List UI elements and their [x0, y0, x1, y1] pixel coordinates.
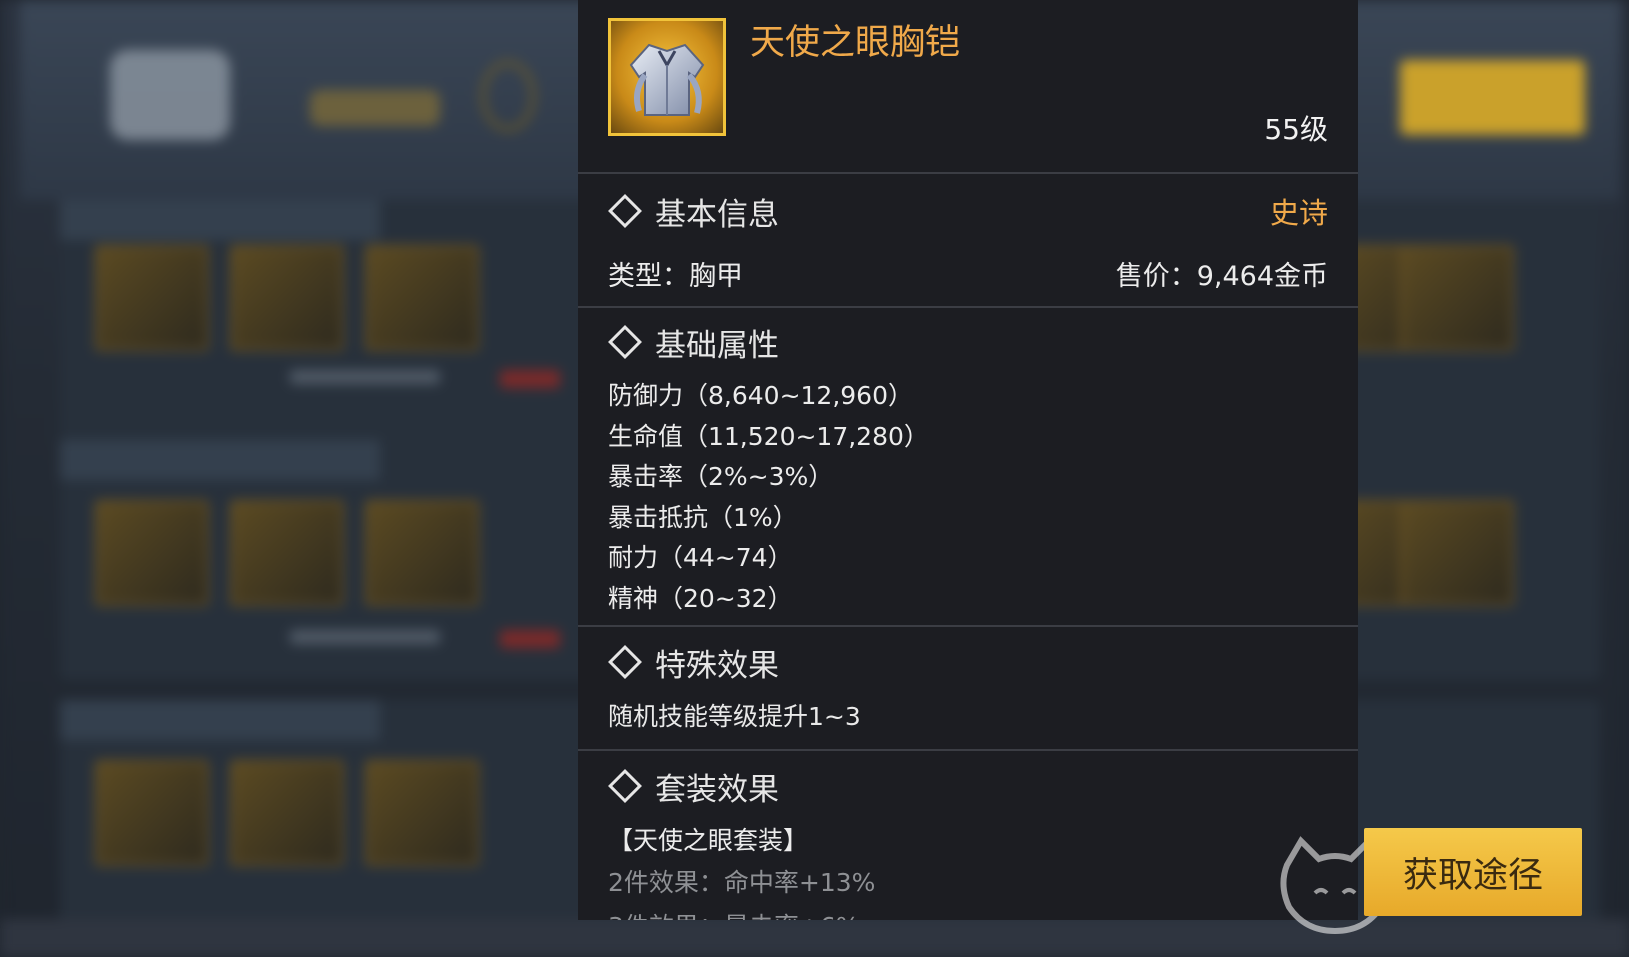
item-name: 天使之眼胸铠 — [750, 23, 961, 63]
background-logo — [110, 50, 230, 140]
stat-line: 暴击抵抗（1%） — [608, 502, 798, 532]
special-effect-text: 随机技能等级提升1~3 — [608, 702, 861, 731]
stat-line: 精神（20~32） — [608, 583, 793, 613]
background-set-header — [60, 200, 380, 240]
background-item-slot — [230, 760, 344, 866]
set-effect-section: 套装效果 【天使之眼套装】 2件效果：命中率+13% 3件效果：暴击率+6% — [578, 751, 1358, 920]
item-price: 售价：9,464金币 — [1115, 260, 1328, 292]
section-title: 套装效果 — [655, 771, 779, 808]
item-tooltip-panel: 天使之眼胸铠 55级 基本信息 史诗 类型：胸甲 售价：9,464金币 基础属性… — [578, 0, 1358, 920]
background-set-header — [60, 700, 380, 740]
special-effect-section: 特殊效果 随机技能等级提升1~3 — [578, 627, 1358, 751]
background-item-slot — [95, 245, 209, 351]
rarity-label: 史诗 — [1269, 196, 1328, 230]
background-emblem — [480, 60, 536, 132]
item-level: 55级 — [1264, 113, 1328, 146]
background-text — [500, 370, 560, 388]
background-button — [1400, 60, 1585, 135]
set-effect-line: 2件效果：命中率+13% — [608, 868, 876, 897]
diamond-icon — [608, 645, 642, 679]
stat-line: 耐力（44~74） — [608, 543, 793, 572]
special-effect-header: 特殊效果 — [608, 627, 1328, 697]
type-price-row: 类型：胸甲 售价：9,464金币 — [608, 248, 1328, 306]
background-tab — [310, 90, 440, 126]
acquire-source-button[interactable]: 获取途径 — [1364, 828, 1582, 916]
background-item-slot — [1400, 500, 1514, 606]
stat-line: 防御力（8,640~12,960） — [608, 381, 913, 410]
item-type: 类型：胸甲 — [608, 260, 743, 292]
item-header: 天使之眼胸铠 55级 — [578, 0, 1358, 174]
background-bottom-bar — [0, 919, 1629, 957]
breastplate-icon-graphic — [629, 43, 705, 116]
breastplate-icon — [608, 18, 726, 136]
set-name: 【天使之眼套装】 — [608, 826, 809, 855]
basic-info-header: 基本信息 史诗 — [608, 174, 1328, 248]
background-set-header — [60, 440, 380, 480]
background-item-slot — [365, 760, 479, 866]
background-text — [290, 630, 440, 644]
background-item-slot — [230, 500, 344, 606]
stat-line: 生命值（11,520~17,280） — [608, 421, 929, 451]
stat-line: 暴击率（2%~3%） — [608, 462, 834, 491]
base-attributes-section: 基础属性 防御力（8,640~12,960） 生命值（11,520~17,280… — [578, 308, 1358, 627]
section-title: 特殊效果 — [655, 647, 779, 684]
background-item-slot — [365, 500, 479, 606]
section-title: 基础属性 — [655, 327, 779, 364]
diamond-icon — [608, 325, 642, 359]
diamond-icon — [608, 769, 642, 803]
section-title: 基本信息 — [655, 196, 779, 233]
background-item-slot — [95, 500, 209, 606]
set-effect-header: 套装效果 — [608, 751, 1328, 821]
background-text — [500, 630, 560, 648]
base-attributes-header: 基础属性 — [608, 308, 1328, 376]
basic-info-section: 基本信息 史诗 类型：胸甲 售价：9,464金币 — [578, 174, 1358, 308]
diamond-icon — [608, 194, 642, 228]
background-item-slot — [365, 245, 479, 351]
background-item-slot — [1400, 245, 1514, 351]
background-text — [290, 370, 440, 384]
set-effect-line: 3件效果：暴击率+6% — [608, 905, 1328, 920]
background-item-slot — [230, 245, 344, 351]
background-item-slot — [95, 760, 209, 866]
